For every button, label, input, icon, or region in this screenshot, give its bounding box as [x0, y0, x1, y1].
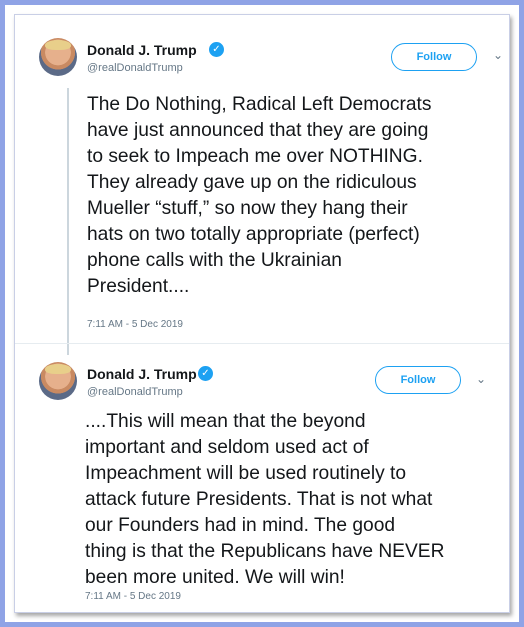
author-handle[interactable]: @realDonaldTrump	[87, 386, 183, 398]
verified-badge-icon: ✓	[209, 42, 224, 57]
screenshot-frame: Donald J. Trump ✓ @realDonaldTrump Follo…	[0, 0, 524, 627]
avatar[interactable]	[39, 38, 77, 76]
follow-button[interactable]: Follow	[375, 366, 461, 394]
follow-button[interactable]: Follow	[391, 43, 477, 71]
tweet-1[interactable]: Donald J. Trump ✓ @realDonaldTrump Follo…	[15, 15, 511, 343]
tweet-timestamp[interactable]: 7:11 AM - 5 Dec 2019	[85, 591, 181, 602]
author-handle[interactable]: @realDonaldTrump	[87, 62, 183, 74]
verified-badge-icon: ✓	[198, 366, 213, 381]
tweet-timestamp[interactable]: 7:11 AM - 5 Dec 2019	[87, 319, 183, 330]
author-name[interactable]: Donald J. Trump	[87, 42, 197, 58]
tweet-2[interactable]: Donald J. Trump ✓ @realDonaldTrump Follo…	[15, 345, 511, 614]
author-name[interactable]: Donald J. Trump	[87, 366, 197, 382]
tweet-thread-card: Donald J. Trump ✓ @realDonaldTrump Follo…	[14, 14, 510, 613]
avatar[interactable]	[39, 362, 77, 400]
tweet-text: The Do Nothing, Radical Left Democrats h…	[87, 94, 432, 297]
chevron-down-icon[interactable]: ⌄	[491, 48, 505, 62]
chevron-down-icon[interactable]: ⌄	[474, 372, 488, 386]
tweet-text: ....This will mean that the beyond impor…	[85, 411, 445, 588]
tweet-divider	[15, 343, 509, 344]
